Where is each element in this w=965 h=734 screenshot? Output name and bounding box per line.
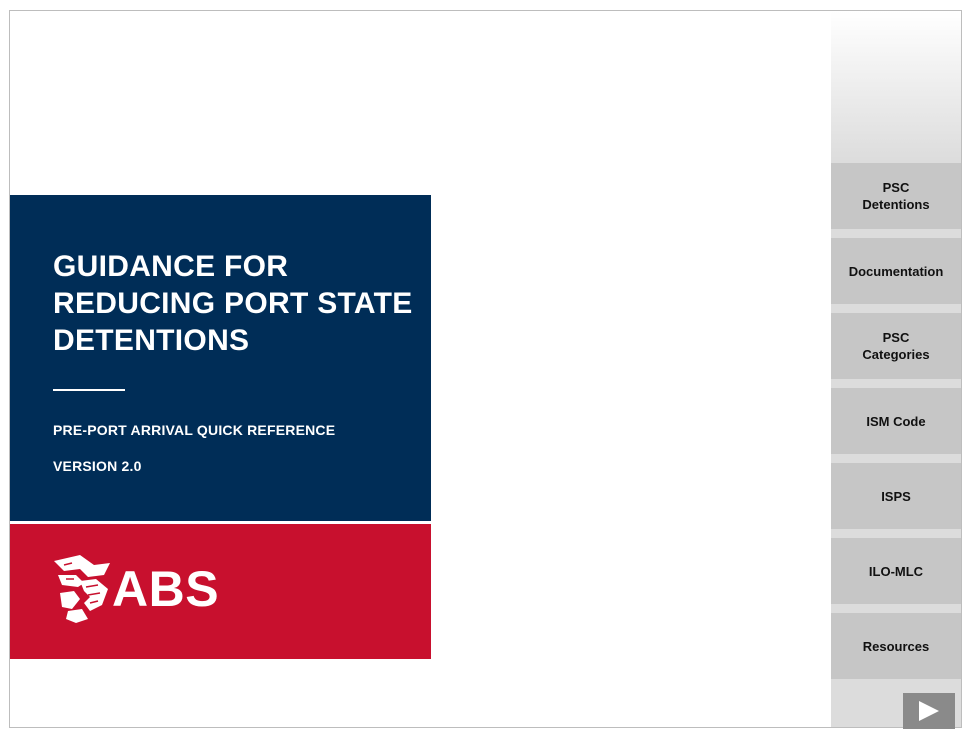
next-page-button[interactable]	[903, 693, 955, 729]
cover-title: GUIDANCE FOR REDUCING PORT STATE DETENTI…	[53, 250, 413, 357]
abs-eagle-logo-icon	[54, 555, 110, 623]
sidebar-item-label: ISPS	[881, 488, 911, 504]
sidebar-item-label: Resources	[862, 638, 930, 654]
title-divider	[53, 389, 125, 391]
sidebar-header	[831, 11, 961, 163]
sidebar-item-psc-categories[interactable]: PSC Categories	[831, 313, 961, 379]
sidebar-item-label: ILO-MLC	[868, 563, 924, 579]
sidebar-item-label: PSC Detentions	[862, 180, 930, 212]
sidebar-item-documentation[interactable]: Documentation	[831, 238, 961, 304]
sidebar-nav: PSC Detentions Documentation PSC Categor…	[831, 11, 961, 729]
sidebar-item-resources[interactable]: Resources	[831, 613, 961, 679]
logo-block: ABS	[10, 524, 431, 659]
sidebar-item-psc-detentions[interactable]: PSC Detentions	[831, 163, 961, 229]
play-arrow-icon	[919, 701, 939, 721]
cover-title-block: GUIDANCE FOR REDUCING PORT STATE DETENTI…	[10, 195, 431, 521]
sidebar-item-isps[interactable]: ISPS	[831, 463, 961, 529]
sidebar-item-label: PSC Categories	[862, 330, 930, 362]
sidebar-item-ism-code[interactable]: ISM Code	[831, 388, 961, 454]
sidebar-item-label: Documentation	[848, 263, 944, 279]
sidebar-item-label: ISM Code	[866, 413, 926, 429]
cover-version: VERSION 2.0	[53, 458, 142, 474]
cover-subtitle: PRE-PORT ARRIVAL QUICK REFERENCE	[53, 422, 336, 438]
sidebar-item-ilo-mlc[interactable]: ILO-MLC	[831, 538, 961, 604]
abs-logo-text: ABS	[112, 561, 220, 617]
